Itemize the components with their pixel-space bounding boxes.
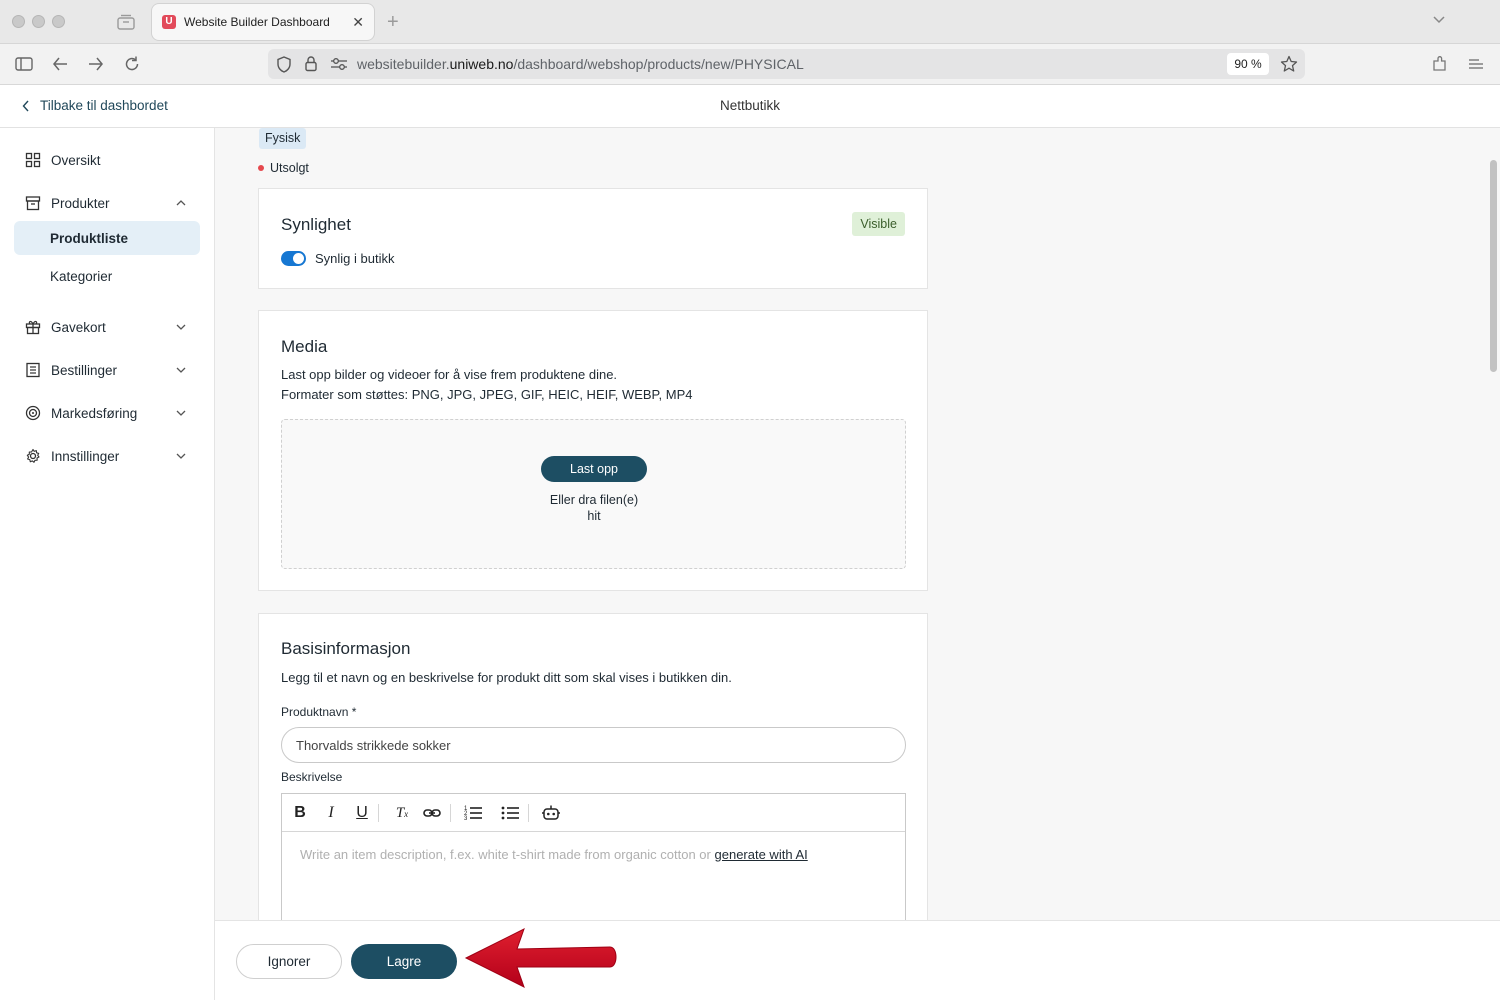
sidebar-item-gavekort[interactable]: Gavekort	[14, 310, 200, 344]
stock-status-label: Utsolgt	[270, 161, 309, 175]
sidebar: Oversikt Produkter Produktliste Kategori…	[0, 128, 215, 1000]
page-title: Nettbutikk	[719, 98, 781, 113]
product-name-label: Produktnavn *	[281, 705, 357, 719]
sidebar-item-markedsforing[interactable]: Markedsføring	[14, 396, 200, 430]
bold-icon[interactable]: B	[290, 803, 310, 823]
media-description: Last opp bilder og videoer for å vise fr…	[281, 367, 618, 382]
browser-toolbar: websitebuilder.uniweb.no/dashboard/websh…	[0, 44, 1500, 85]
tab-groups-icon[interactable]	[117, 14, 135, 30]
underline-icon[interactable]: U	[352, 803, 372, 823]
new-tab-plus-icon[interactable]: +	[387, 11, 399, 34]
list-icon	[26, 362, 40, 378]
main-scrollbar[interactable]	[1487, 128, 1500, 920]
chevron-down-icon	[176, 410, 186, 416]
tab-close-icon[interactable]: ✕	[352, 14, 364, 31]
sidebar-item-label: Produkter	[51, 195, 110, 211]
upload-button[interactable]: Last opp	[541, 456, 647, 482]
visibility-card: Synlighet Visible Synlig i butikk	[258, 188, 928, 289]
target-icon	[25, 405, 41, 421]
basic-info-title: Basisinformasjon	[281, 639, 411, 658]
main-content: Fysisk Utsolgt Synlighet Visible Synlig …	[215, 128, 1487, 920]
drop-hint: Eller dra filen(e) hit	[549, 493, 639, 523]
zoom-level-badge[interactable]: 90 %	[1227, 53, 1269, 75]
sidebar-item-label: Oversikt	[51, 152, 101, 168]
sidebar-item-innstillinger[interactable]: Innstillinger	[14, 439, 200, 473]
back-arrow-icon[interactable]	[51, 55, 69, 73]
tab-title: Website Builder Dashboard	[184, 15, 330, 29]
generate-with-ai-link[interactable]: generate with AI	[715, 847, 808, 862]
media-card: Media Last opp bilder og videoer for å v…	[258, 310, 928, 591]
shield-icon[interactable]	[276, 56, 292, 73]
browser-tab[interactable]: U Website Builder Dashboard ✕	[152, 4, 374, 40]
sidebar-item-label: Produktliste	[50, 230, 129, 246]
scrollbar-thumb[interactable]	[1490, 160, 1497, 372]
chevron-up-icon	[176, 200, 186, 206]
product-name-input[interactable]	[281, 727, 906, 763]
sidebar-item-label: Kategorier	[50, 268, 113, 284]
chevron-down-icon	[176, 324, 186, 330]
media-formats: Formater som støttes: PNG, JPG, JPEG, GI…	[281, 387, 693, 402]
sidebar-item-oversikt[interactable]: Oversikt	[14, 143, 200, 177]
bullet-list-icon[interactable]	[500, 803, 520, 823]
sidebar-item-produktliste[interactable]: Produktliste	[14, 221, 200, 255]
save-button[interactable]: Lagre	[351, 944, 457, 979]
chevron-down-icon	[176, 367, 186, 373]
stock-status: Utsolgt	[258, 161, 309, 175]
grid-icon	[25, 152, 41, 168]
sidebar-item-kategorier[interactable]: Kategorier	[14, 259, 200, 293]
lock-icon[interactable]	[304, 55, 318, 72]
ordered-list-icon[interactable]: 1 2 3	[463, 803, 483, 823]
visible-status-badge: Visible	[852, 212, 905, 236]
description-label: Beskrivelse	[281, 770, 343, 784]
gift-icon	[25, 320, 41, 335]
media-title: Media	[281, 337, 328, 356]
sidebar-item-label: Innstillinger	[51, 448, 120, 464]
sidebar-item-label: Bestillinger	[51, 362, 118, 378]
sidebar-item-label: Gavekort	[51, 319, 106, 335]
tab-list-chevron-icon[interactable]	[1432, 12, 1446, 26]
forward-arrow-icon[interactable]	[87, 55, 105, 73]
uniweb-favicon-icon: U	[162, 15, 176, 29]
action-bar: Ignorer Lagre	[215, 920, 1500, 1000]
window-zoom-button[interactable]	[52, 15, 65, 28]
annotation-arrow-icon	[464, 928, 617, 988]
sidebar-toggle-icon[interactable]	[15, 55, 33, 73]
menu-icon[interactable]	[1467, 55, 1485, 73]
status-dot-icon	[258, 165, 264, 171]
app-header: Tilbake til dashbordet Nettbutikk	[0, 85, 1500, 128]
description-editor[interactable]: B I U Tx 1 2 3 Write an item description…	[281, 793, 906, 920]
visibility-title: Synlighet	[281, 215, 351, 234]
extensions-icon[interactable]	[1431, 55, 1449, 73]
site-permissions-icon[interactable]	[330, 57, 348, 71]
url-text: websitebuilder.uniweb.no/dashboard/websh…	[357, 56, 804, 72]
bookmark-star-icon[interactable]	[1280, 55, 1298, 73]
sidebar-item-produkter[interactable]: Produkter	[14, 186, 200, 220]
toggle-label: Synlig i butikk	[315, 251, 395, 266]
box-icon	[25, 196, 41, 211]
visible-in-store-toggle[interactable]	[281, 251, 306, 266]
gear-icon	[26, 448, 40, 463]
italic-icon[interactable]: I	[321, 803, 341, 823]
browser-tab-bar: U Website Builder Dashboard ✕ +	[0, 0, 1500, 44]
editor-toolbar: B I U Tx 1 2 3	[282, 794, 905, 832]
reload-icon[interactable]	[123, 55, 141, 73]
window-close-button[interactable]	[12, 15, 25, 28]
svg-text:3: 3	[464, 816, 468, 822]
ignore-button[interactable]: Ignorer	[236, 944, 342, 979]
basic-info-description: Legg til et navn og en beskrivelse for p…	[281, 670, 732, 685]
address-bar[interactable]: websitebuilder.uniweb.no/dashboard/websh…	[268, 49, 1305, 79]
clear-format-icon[interactable]: Tx	[392, 803, 412, 823]
description-placeholder: Write an item description, f.ex. white t…	[300, 847, 808, 862]
sidebar-item-label: Markedsføring	[51, 405, 138, 421]
link-icon[interactable]	[422, 803, 442, 823]
chevron-down-icon	[176, 453, 186, 459]
sidebar-item-bestillinger[interactable]: Bestillinger	[14, 353, 200, 387]
basic-info-card: Basisinformasjon Legg til et navn og en …	[258, 613, 928, 920]
file-dropzone[interactable]: Last opp Eller dra filen(e) hit	[281, 419, 906, 569]
product-type-chip: Fysisk	[259, 128, 307, 149]
window-minimize-button[interactable]	[32, 15, 45, 28]
ai-robot-icon[interactable]	[541, 803, 561, 823]
